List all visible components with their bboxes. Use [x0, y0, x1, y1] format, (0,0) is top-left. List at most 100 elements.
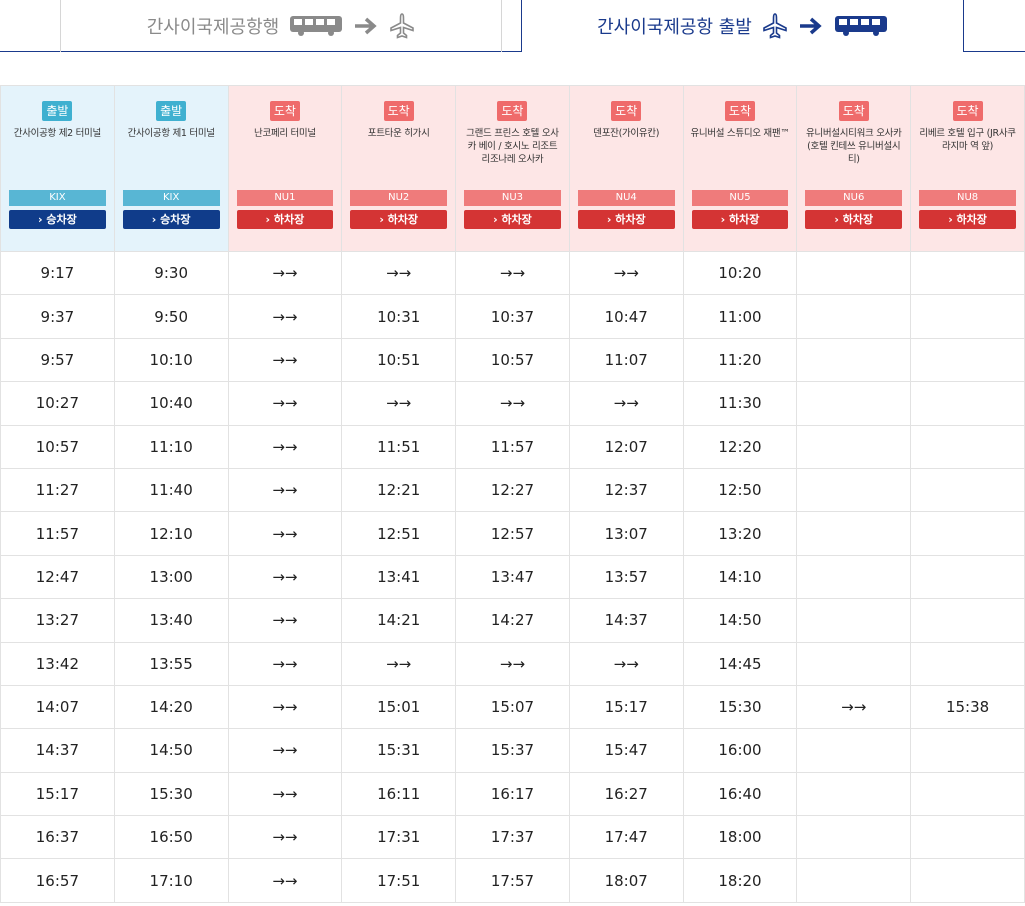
alighting-area-button[interactable]: › 하차장	[691, 210, 789, 229]
stop-header-nu2-3: 도착 포트타운 히가시 NU2 › 하차장	[341, 85, 457, 252]
alighting-area-button[interactable]: › 하차장	[350, 210, 448, 229]
time-cell	[796, 858, 912, 903]
time-cell: 14:37	[568, 598, 684, 643]
time-cell: →→	[568, 641, 684, 686]
alighting-area-button[interactable]: › 하차장	[464, 210, 561, 229]
time-cell	[796, 554, 912, 600]
time-cell: 12:10	[113, 511, 229, 556]
table-row: 12:47 13:00 →→ 13:41 13:47 13:57 14:10	[0, 554, 1025, 600]
alighting-area-button[interactable]: › 하차장	[236, 210, 334, 229]
time-cell	[796, 511, 912, 556]
table-row: 16:57 17:10 →→ 17:51 17:57 18:07 18:20	[0, 858, 1025, 903]
time-cell: 10:20	[682, 250, 798, 296]
time-cell: →→	[227, 684, 343, 730]
stop-code: NU4	[577, 190, 675, 206]
time-cell: →→	[227, 858, 343, 903]
time-cell	[910, 815, 1025, 860]
stop-code: NU3	[464, 190, 561, 206]
time-cell	[910, 424, 1025, 469]
time-cell: →→	[341, 381, 457, 426]
time-cell: 13:07	[568, 511, 684, 556]
alighting-area-button[interactable]: › 하차장	[577, 210, 675, 229]
time-cell: 11:51	[341, 424, 457, 469]
time-cell: 15:07	[455, 684, 570, 730]
time-cell: 10:40	[113, 381, 229, 426]
time-cell	[796, 337, 912, 383]
time-cell: 17:10	[113, 858, 229, 903]
time-cell: →→	[455, 250, 570, 296]
direction-tabs: 간사이국제공항행 간사이국제공항 출발	[0, 0, 1025, 55]
time-cell: →→	[227, 337, 343, 383]
time-cell: 13:55	[113, 641, 229, 686]
time-cell: 13:40	[113, 598, 229, 643]
time-cell: 15:30	[113, 771, 229, 817]
time-cell: 10:57	[455, 337, 570, 383]
time-cell: 10:47	[568, 294, 684, 339]
time-cell: 18:07	[568, 858, 684, 903]
time-cell: 16:50	[113, 815, 229, 860]
time-cell	[796, 815, 912, 860]
boarding-area-button[interactable]: › 승차장	[122, 210, 220, 229]
time-cell: →→	[455, 641, 570, 686]
table-row: 15:17 15:30 →→ 16:11 16:17 16:27 16:40	[0, 771, 1025, 817]
time-cell	[910, 641, 1025, 686]
arrival-badge: 도착	[269, 101, 300, 121]
time-cell: →→	[227, 424, 343, 469]
airplane-icon	[389, 13, 415, 39]
table-row: 14:07 14:20 →→ 15:01 15:07 15:17 15:30 →→ 15:38	[0, 684, 1025, 730]
time-cell: 17:51	[341, 858, 457, 903]
boarding-area-button[interactable]: › 승차장	[9, 210, 106, 229]
time-cell	[796, 598, 912, 643]
bus-icon	[289, 15, 343, 37]
stop-code: KIX	[9, 190, 106, 206]
table-row: 9:37 9:50 →→ 10:31 10:37 10:47 11:00	[0, 294, 1025, 339]
time-cell: 18:20	[682, 858, 798, 903]
time-cell: 14:50	[113, 728, 229, 773]
alighting-area-button[interactable]: › 하차장	[919, 210, 1016, 229]
tab-to-airport[interactable]: 간사이국제공항행	[0, 0, 522, 52]
time-cell: 13:41	[341, 554, 457, 600]
time-cell: 18:00	[682, 815, 798, 860]
departure-badge: 출발	[42, 101, 73, 121]
time-cell: 11:40	[113, 467, 229, 513]
time-cell: 15:31	[341, 728, 457, 773]
tab-to-airport-inner[interactable]: 간사이국제공항행	[60, 0, 502, 52]
tab-from-airport[interactable]: 간사이국제공항 출발	[522, 0, 963, 52]
alighting-area-button[interactable]: › 하차장	[805, 210, 903, 229]
timetable-header: 출발 간사이공항 제2 터미널 KIX › 승차장 출발 간사이공항 제1 터미널 KIX ›…	[0, 85, 1025, 252]
time-cell: 14:45	[682, 641, 798, 686]
time-cell: 11:57	[455, 424, 570, 469]
time-cell: 10:57	[0, 424, 115, 469]
stop-name: 유니버설 스튜디오 재팬™	[690, 128, 790, 139]
time-cell: →→	[568, 250, 684, 296]
time-cell: 9:30	[113, 250, 229, 296]
table-row: 14:37 14:50 →→ 15:31 15:37 15:47 16:00	[0, 728, 1025, 773]
time-cell	[796, 381, 912, 426]
arrival-badge: 도착	[838, 101, 869, 121]
time-cell	[910, 598, 1025, 643]
time-cell	[796, 294, 912, 339]
time-cell: →→	[341, 641, 457, 686]
time-cell: 9:37	[0, 294, 115, 339]
stop-header-nu6-7: 도착 유니버설시티워크 오사카(호텔 킨테쓰 유니버설시티) NU6 › 하차장	[796, 85, 912, 252]
table-row: 10:57 11:10 →→ 11:51 11:57 12:07 12:20	[0, 424, 1025, 469]
time-cell: 14:20	[113, 684, 229, 730]
stop-header-nu3-4: 도착 그랜드 프린스 호텔 오사카 베이 / 호시노 리조트 리조나레 오사카 NU…	[455, 85, 570, 252]
time-cell: 10:51	[341, 337, 457, 383]
time-cell: 12:20	[682, 424, 798, 469]
time-cell: →→	[227, 467, 343, 513]
arrow-right-icon	[798, 16, 824, 36]
timetable: 출발 간사이공항 제2 터미널 KIX › 승차장 출발 간사이공항 제1 터미널 KIX ›…	[0, 85, 1025, 903]
time-cell: 15:47	[568, 728, 684, 773]
stop-code: NU8	[919, 190, 1016, 206]
time-cell: 16:17	[455, 771, 570, 817]
time-cell: →→	[227, 381, 343, 426]
time-cell: →→	[227, 641, 343, 686]
stop-code: NU2	[350, 190, 448, 206]
time-cell	[796, 728, 912, 773]
time-cell: 12:27	[455, 467, 570, 513]
time-cell: 9:57	[0, 337, 115, 383]
arrow-right-icon	[353, 16, 379, 36]
table-row: 11:27 11:40 →→ 12:21 12:27 12:37 12:50	[0, 467, 1025, 513]
stop-name: 간사이공항 제1 터미널	[127, 128, 215, 139]
